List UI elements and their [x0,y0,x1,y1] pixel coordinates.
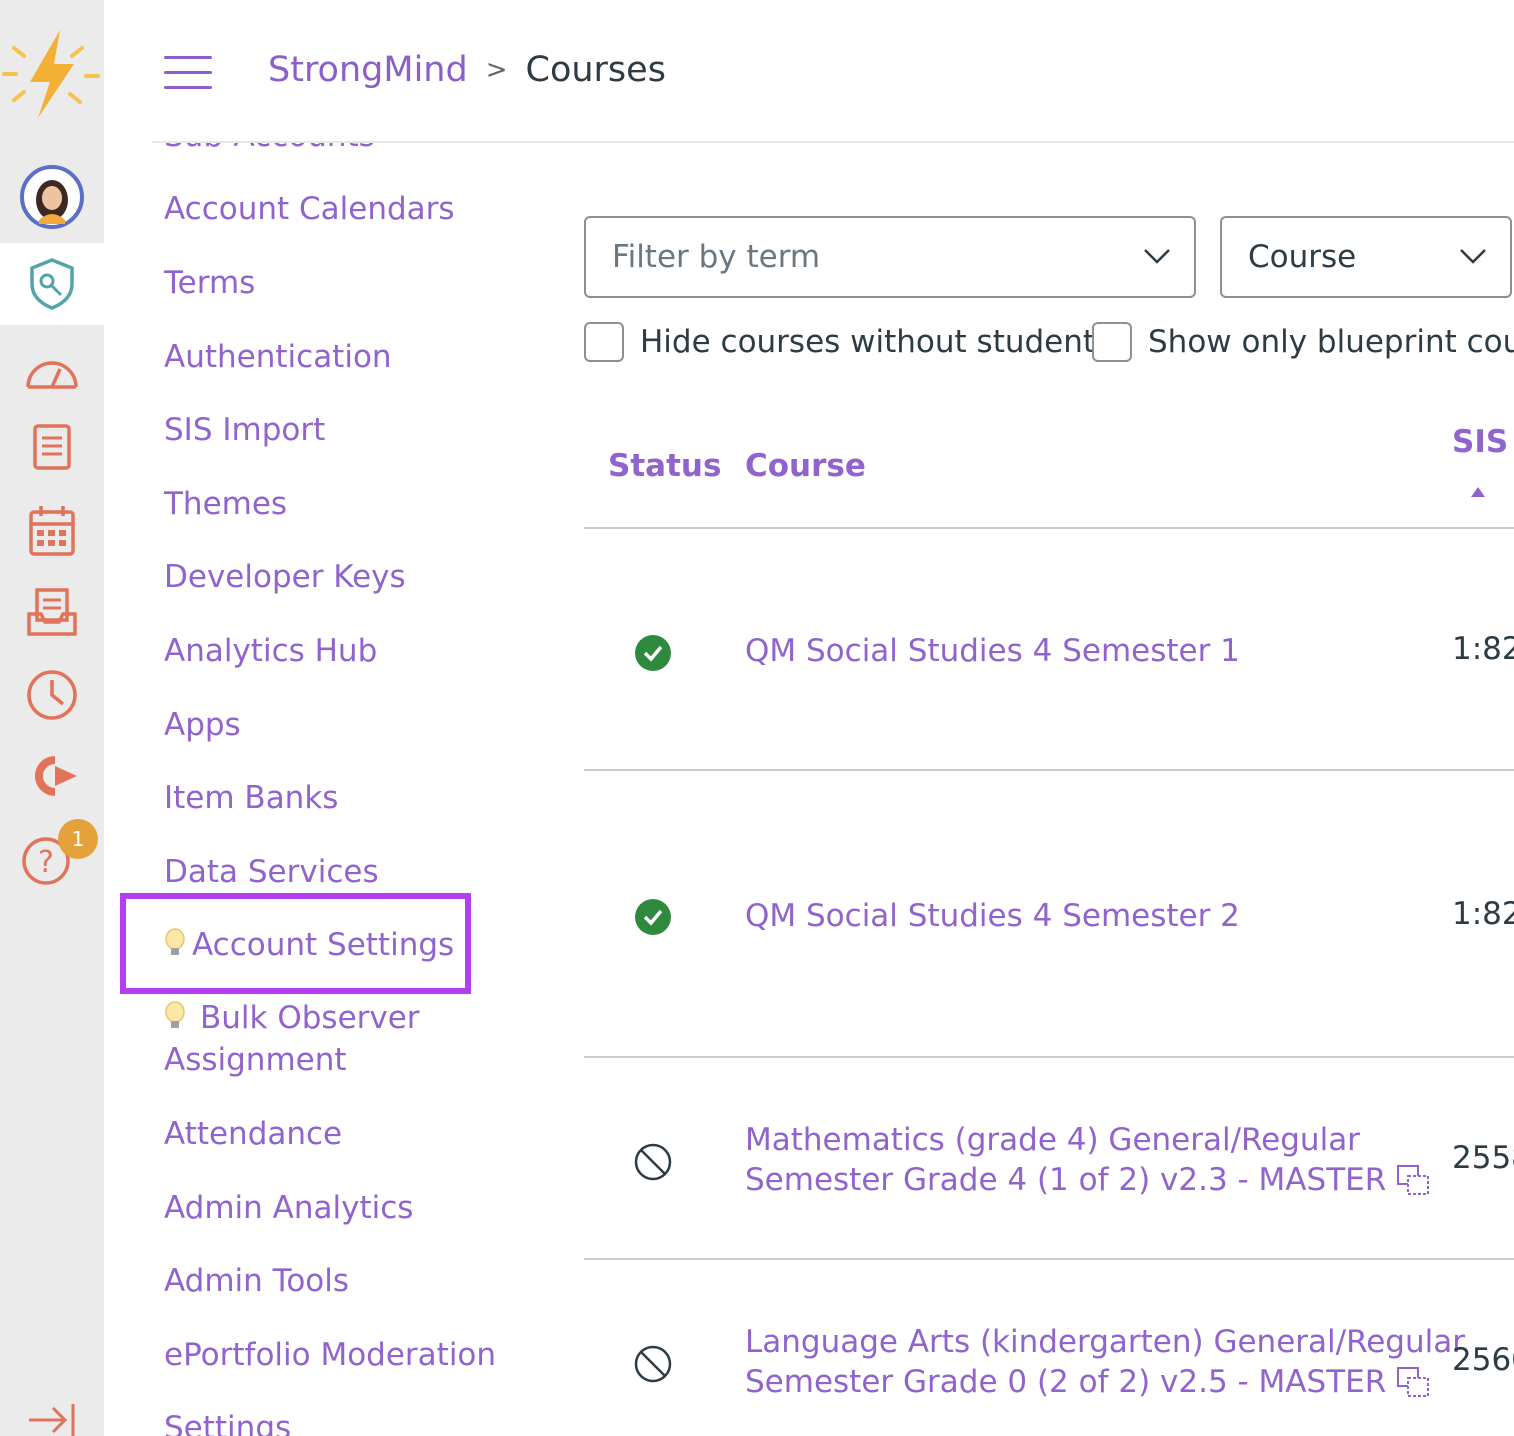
course-link[interactable]: Mathematics (grade 4) General/Regular Se… [745,1120,1430,1200]
show-only-blueprint-label: Show only blueprint courses [1148,324,1514,360]
blueprint-icon [1397,1367,1430,1397]
subnav-item-eportfolio-moderation[interactable]: ePortfolio Moderation [164,1334,496,1376]
term-filter-select[interactable]: Filter by term [584,216,1196,298]
subnav-item-authentication[interactable]: Authentication [164,336,392,378]
chevron-down-icon [1460,249,1486,264]
blueprint-icon [1397,1165,1430,1195]
subnav-item-label-line2: Assignment [164,1042,347,1078]
search-type-select[interactable]: Course [1220,216,1512,298]
subnav-item-sis-import[interactable]: SIS Import [164,409,325,451]
subnav-item-sub-accounts[interactable]: Sub-Accounts [164,143,375,157]
sis-id-cell: 2558 [1452,1140,1514,1176]
subnav-item-data-services[interactable]: Data Services [164,851,379,893]
course-link[interactable]: QM Social Studies 4 Semester 2 [745,896,1240,936]
published-check-icon [635,635,671,671]
show-only-blueprint-checkbox[interactable] [1092,322,1132,362]
hide-without-students-checkbox[interactable] [584,322,624,362]
breadcrumb-current: Courses [525,50,666,90]
term-filter-placeholder: Filter by term [612,239,821,275]
subnav-item-developer-keys[interactable]: Developer Keys [164,556,406,598]
sis-id-cell: 1:82 [1452,631,1514,667]
show-only-blueprint-option[interactable]: Show only blueprint courses [1092,322,1514,362]
menu-toggle-button[interactable] [164,56,212,90]
logo-icon[interactable] [0,18,104,128]
table-row-divider [584,1258,1514,1260]
subnav-item-settings[interactable]: Settings [164,1407,291,1436]
subnav-item-bulk-observer-assignment[interactable]: Bulk Observer Assignment [164,997,420,1081]
subnav-item-item-banks[interactable]: Item Banks [164,777,338,819]
subnav-item-admin-tools[interactable]: Admin Tools [164,1260,349,1302]
subnav-item-themes[interactable]: Themes [164,483,287,525]
subnav-item-apps[interactable]: Apps [164,704,241,746]
hide-without-students-label: Hide courses without students [640,324,1112,360]
highlight-annotation [120,893,471,994]
course-link[interactable]: Language Arts (kindergarten) General/Reg… [745,1322,1465,1402]
subnav-item-terms[interactable]: Terms [164,262,255,304]
table-row-divider [584,769,1514,771]
sort-ascending-icon [1471,487,1485,497]
column-header-status[interactable]: Status [608,448,721,484]
subnav-item-attendance[interactable]: Attendance [164,1113,342,1155]
unpublished-icon [634,1345,672,1383]
search-type-value: Course [1248,239,1357,275]
subnav-item-analytics-hub[interactable]: Analytics Hub [164,630,377,672]
chevron-down-icon [1144,249,1170,264]
table-row-divider [584,1056,1514,1058]
breadcrumb-root[interactable]: StrongMind [268,50,468,90]
column-header-course[interactable]: Course [745,448,866,484]
breadcrumb-separator: > [485,55,508,85]
account-subnav: Sub-Accounts Account Calendars Terms Aut… [0,143,540,1436]
subnav-item-account-calendars[interactable]: Account Calendars [164,188,455,230]
table-header-divider [584,527,1514,529]
published-check-icon [635,899,671,935]
unpublished-icon [634,1143,672,1181]
hide-without-students-option[interactable]: Hide courses without students [584,322,1111,362]
course-link[interactable]: QM Social Studies 4 Semester 1 [745,631,1240,671]
column-header-sis-id[interactable]: SIS ID [1452,424,1514,460]
lightbulb-icon [165,1001,185,1028]
subnav-item-label: Bulk Observer [200,1000,420,1036]
subnav-item-admin-analytics[interactable]: Admin Analytics [164,1187,413,1229]
sis-id-cell: 1:82 [1452,896,1514,932]
sis-id-cell: 2560 [1452,1342,1514,1378]
breadcrumb: StrongMind > Courses [268,50,666,90]
